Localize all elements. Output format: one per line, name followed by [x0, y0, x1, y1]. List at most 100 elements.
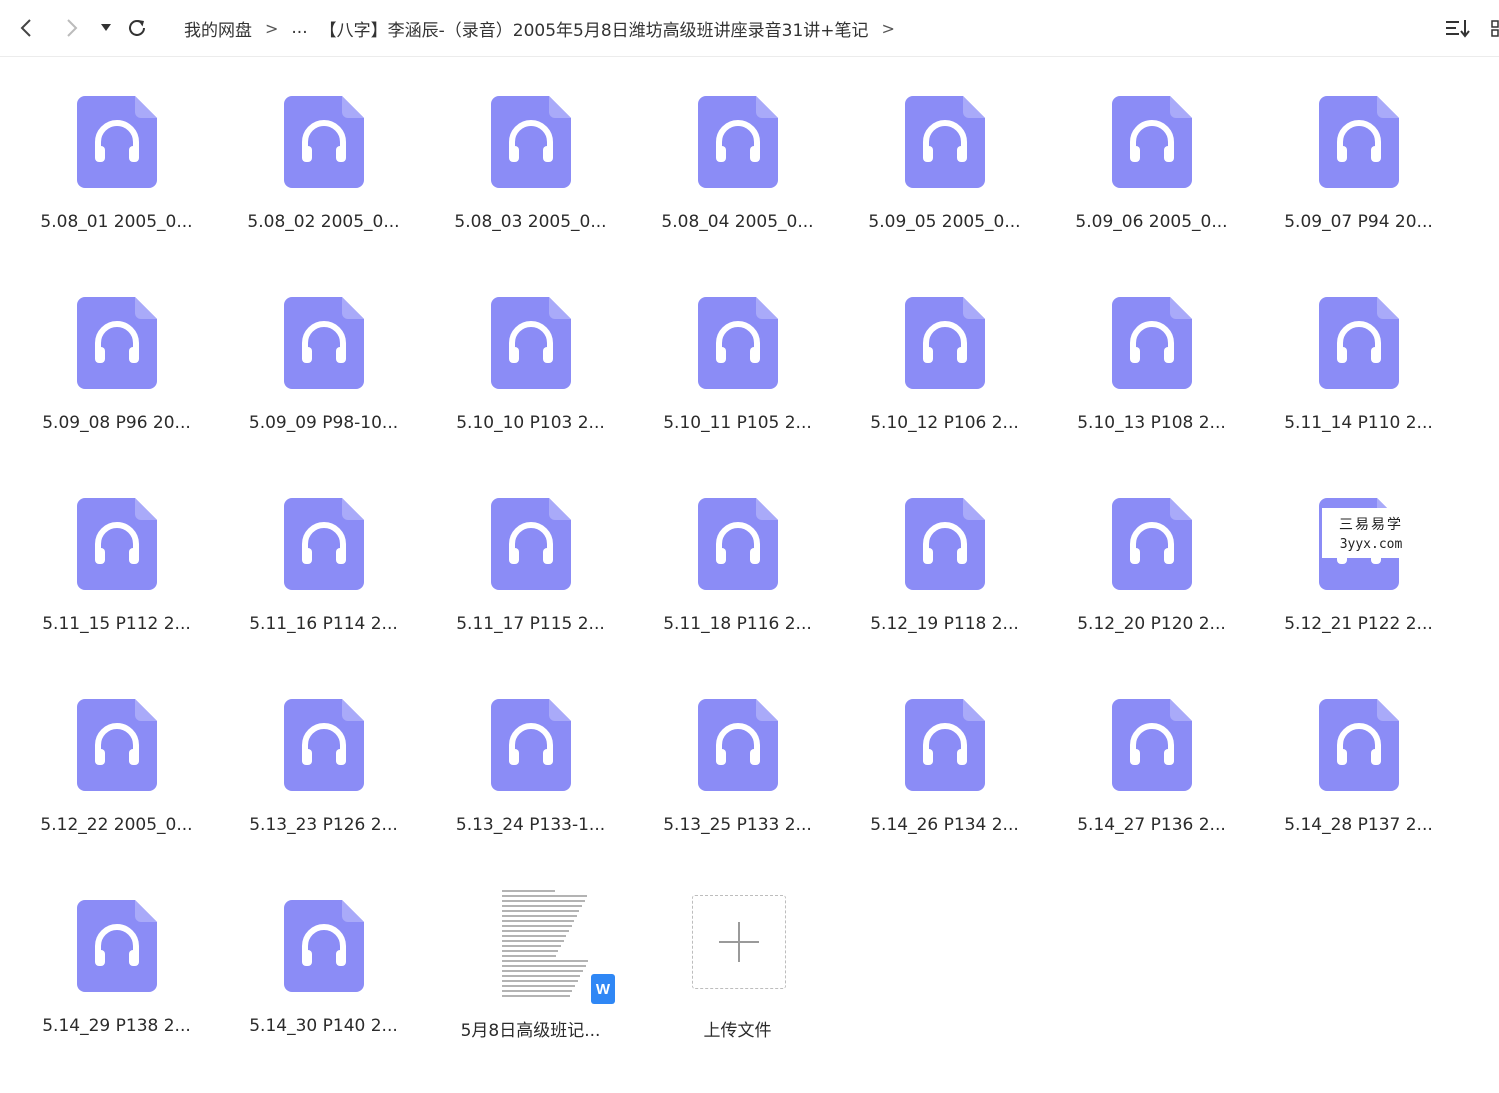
- file-tile-audio[interactable]: 5.12_22 2005_0...: [13, 691, 220, 892]
- file-name-label: 5.10_10 P103 2...: [456, 413, 605, 433]
- file-tile-audio[interactable]: 5.12_20 P120 2...: [1048, 490, 1255, 691]
- audio-file-icon: [491, 498, 571, 590]
- file-name-label: 5.14_27 P136 2...: [1077, 815, 1226, 835]
- file-tile-audio[interactable]: 5.08_03 2005_0...: [427, 88, 634, 289]
- file-tile-audio[interactable]: 5.14_27 P136 2...: [1048, 691, 1255, 892]
- audio-file-icon: [1112, 297, 1192, 389]
- audio-file-icon: [1319, 297, 1399, 389]
- audio-file-icon: [491, 699, 571, 791]
- toolbar-more-edge[interactable]: [1490, 18, 1499, 40]
- audio-file-icon: [1112, 498, 1192, 590]
- file-tile-audio[interactable]: 5.09_08 P96 20...: [13, 289, 220, 490]
- file-name-label: 5.08_02 2005_0...: [247, 212, 400, 232]
- file-name-label: 5.10_11 P105 2...: [663, 413, 812, 433]
- file-tile-audio[interactable]: 5.08_02 2005_0...: [220, 88, 427, 289]
- file-tile-audio[interactable]: 5.12_19 P118 2...: [841, 490, 1048, 691]
- breadcrumb-current[interactable]: 【八字】李涵辰-（录音）2005年5月8日潍坊高级班讲座录音31讲+笔记: [320, 16, 869, 41]
- breadcrumb-root[interactable]: 我的网盘: [184, 16, 252, 41]
- audio-file-icon: [1112, 699, 1192, 791]
- toolbar: 我的网盘 > ... 【八字】李涵辰-（录音）2005年5月8日潍坊高级班讲座录…: [0, 0, 1499, 57]
- file-tile-audio[interactable]: 5.09_05 2005_0...: [841, 88, 1048, 289]
- file-tile-audio[interactable]: 5.10_11 P105 2...: [634, 289, 841, 490]
- refresh-button[interactable]: [124, 14, 150, 42]
- sort-list-icon: [1446, 20, 1470, 38]
- file-tile-audio[interactable]: 5.09_07 P94 20...: [1255, 88, 1462, 289]
- file-name-label: 5.14_29 P138 2...: [42, 1016, 191, 1036]
- file-name-label: 5月8日高级班记...: [460, 1021, 601, 1041]
- file-name-label: 5.09_05 2005_0...: [868, 212, 1021, 232]
- watermark: 三易易学 3yyx.com: [1322, 508, 1420, 558]
- file-tile-audio[interactable]: 5.11_15 P112 2...: [13, 490, 220, 691]
- file-tile-audio[interactable]: 5.09_09 P98-10...: [220, 289, 427, 490]
- breadcrumb-separator: >: [265, 18, 279, 38]
- grid-view-icon: [1491, 20, 1499, 37]
- sort-button[interactable]: [1444, 14, 1474, 42]
- chevron-left-icon: [20, 19, 31, 37]
- audio-file-icon: [698, 297, 778, 389]
- file-name-label: 5.14_28 P137 2...: [1284, 815, 1433, 835]
- plus-icon: [719, 922, 759, 962]
- file-tile-audio[interactable]: 5.08_04 2005_0...: [634, 88, 841, 289]
- file-name-label: 5.13_23 P126 2...: [249, 815, 398, 835]
- audio-file-icon: [284, 297, 364, 389]
- chevron-right-icon: [67, 19, 78, 37]
- file-name-label: 5.08_04 2005_0...: [661, 212, 814, 232]
- file-tile-audio[interactable]: 5.10_10 P103 2...: [427, 289, 634, 490]
- file-tile-audio[interactable]: 5.14_28 P137 2...: [1255, 691, 1462, 892]
- file-name-label: 5.14_30 P140 2...: [249, 1016, 398, 1036]
- file-tile-audio[interactable]: 5.09_06 2005_0...: [1048, 88, 1255, 289]
- caret-down-icon: [101, 24, 111, 31]
- breadcrumb: 我的网盘 > ... 【八字】李涵辰-（录音）2005年5月8日潍坊高级班讲座录…: [184, 14, 908, 42]
- file-name-label: 5.12_20 P120 2...: [1077, 614, 1226, 634]
- file-name-label: 5.11_15 P112 2...: [42, 614, 191, 634]
- audio-file-icon: [698, 498, 778, 590]
- file-name-label: 5.12_22 2005_0...: [40, 815, 193, 835]
- audio-file-icon: [77, 900, 157, 992]
- file-name-label: 5.09_09 P98-10...: [248, 413, 399, 433]
- file-tile-audio[interactable]: 5.11_16 P114 2...: [220, 490, 427, 691]
- file-tile-audio[interactable]: 5.10_13 P108 2...: [1048, 289, 1255, 490]
- file-name-label: 5.13_25 P133 2...: [663, 815, 812, 835]
- file-tile-audio[interactable]: 5.14_29 P138 2...: [13, 892, 220, 1093]
- watermark-line1: 三易易学: [1339, 517, 1403, 533]
- audio-file-icon: [905, 699, 985, 791]
- breadcrumb-ellipsis[interactable]: ...: [291, 18, 307, 38]
- file-tile-audio[interactable]: 5.11_18 P116 2...: [634, 490, 841, 691]
- file-tile-audio[interactable]: 5.13_24 P133-1...: [427, 691, 634, 892]
- audio-file-icon: [77, 96, 157, 188]
- audio-file-icon: [77, 699, 157, 791]
- file-name-label: 上传文件: [703, 1021, 772, 1041]
- audio-file-icon: [905, 297, 985, 389]
- breadcrumb-separator-end: >: [881, 18, 895, 38]
- forward-button[interactable]: [60, 14, 84, 42]
- upload-box[interactable]: [692, 895, 786, 989]
- file-name-label: 5.13_24 P133-1...: [455, 815, 606, 835]
- file-name-label: 5.11_16 P114 2...: [249, 614, 398, 634]
- file-tile-audio[interactable]: 5.11_17 P115 2...: [427, 490, 634, 691]
- history-dropdown-button[interactable]: [98, 14, 114, 42]
- file-tile-audio[interactable]: 5.13_23 P126 2...: [220, 691, 427, 892]
- document-thumbnail: W: [492, 886, 615, 1010]
- file-tile-audio[interactable]: 5.11_14 P110 2...: [1255, 289, 1462, 490]
- audio-file-icon: [698, 699, 778, 791]
- file-tile-audio[interactable]: 5.08_01 2005_0...: [13, 88, 220, 289]
- file-tile-audio[interactable]: 5.14_30 P140 2...: [220, 892, 427, 1093]
- audio-file-icon: [905, 96, 985, 188]
- audio-file-icon: [284, 900, 364, 992]
- audio-file-icon: [1112, 96, 1192, 188]
- file-name-label: 5.12_19 P118 2...: [870, 614, 1019, 634]
- file-name-label: 5.11_17 P115 2...: [456, 614, 605, 634]
- audio-file-icon: [284, 498, 364, 590]
- file-tile-audio[interactable]: 5.14_26 P134 2...: [841, 691, 1048, 892]
- upload-file-button[interactable]: 上传文件: [634, 892, 841, 1093]
- file-name-label: 5.08_01 2005_0...: [40, 212, 193, 232]
- file-tile-audio[interactable]: 5.10_12 P106 2...: [841, 289, 1048, 490]
- audio-file-icon: [491, 297, 571, 389]
- file-tile-document[interactable]: W 5月8日高级班记...: [427, 886, 634, 1093]
- file-tile-audio[interactable]: 5.13_25 P133 2...: [634, 691, 841, 892]
- back-button[interactable]: [14, 14, 38, 42]
- audio-file-icon: [698, 96, 778, 188]
- file-name-label: 5.11_18 P116 2...: [663, 614, 812, 634]
- audio-file-icon: [905, 498, 985, 590]
- file-name-label: 5.10_13 P108 2...: [1077, 413, 1226, 433]
